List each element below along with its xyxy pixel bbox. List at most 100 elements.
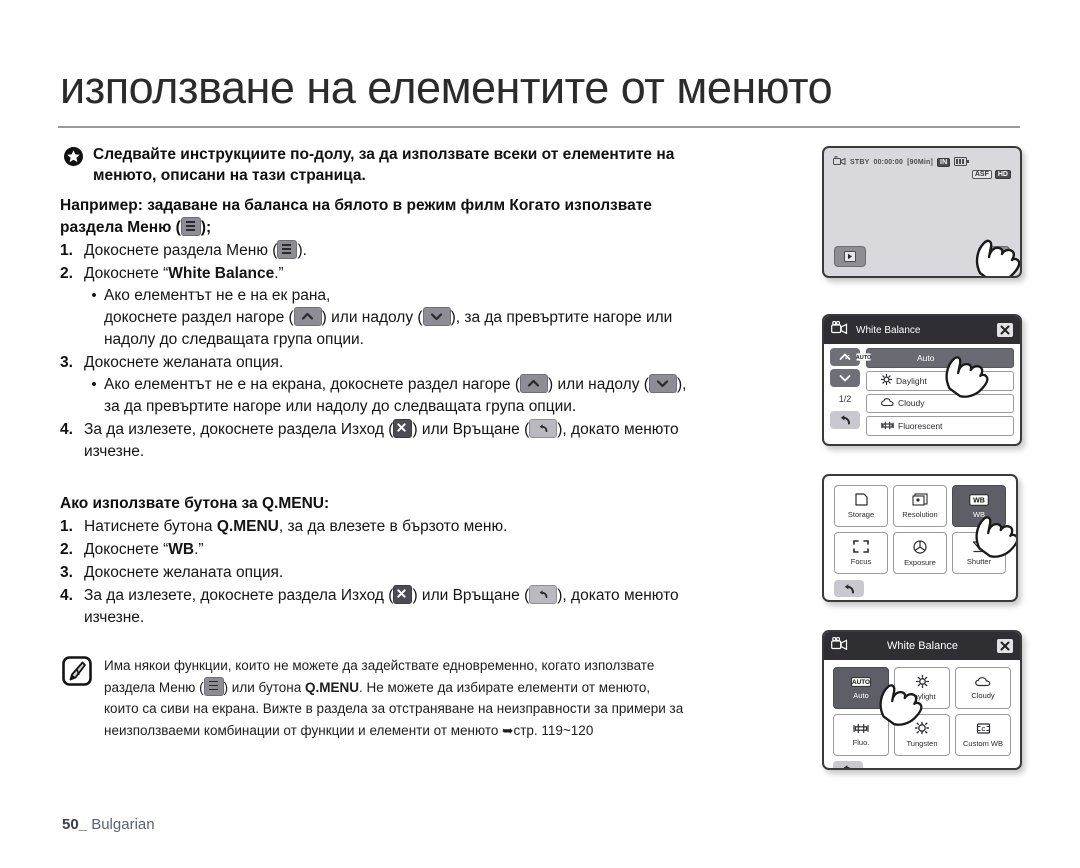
screen-body: AUTO Auto Daylight Cloudy Fluo. Tungsten… [824, 660, 1020, 768]
exit-icon [393, 585, 413, 604]
wb-option-cloudy[interactable]: Cloudy [866, 393, 1014, 414]
wb-item-custom-wb[interactable]: C Custom WB [955, 714, 1011, 756]
camcorder-icon [833, 155, 846, 168]
qmenu-item-exposure[interactable]: Exposure [893, 532, 947, 574]
return-icon[interactable] [833, 761, 863, 768]
cloud-icon [881, 398, 894, 409]
white-balance-grid-screen: White Balance AUTO Auto Daylight Cloudy [822, 630, 1022, 770]
step-text: Докоснете желаната опция. [84, 564, 284, 581]
qmenu-item-storage[interactable]: Storage [834, 485, 888, 527]
battery-icon [954, 156, 970, 168]
auto-icon: AUTO [851, 676, 871, 689]
menu-tab-icon[interactable] [978, 246, 1010, 267]
fluorescent-icon [881, 421, 894, 432]
play-tab-icon[interactable] [834, 246, 866, 267]
qmenu-step-4: 4. За да излезете, докоснете раздела Изх… [60, 585, 820, 629]
qmenu-item-focus[interactable]: Focus [834, 532, 888, 574]
qmenu-step-1: 1. Натиснете бутона Q.MENU, за да влезет… [60, 516, 820, 538]
sun-icon [880, 373, 893, 387]
screen-title: White Balance [887, 640, 958, 652]
option-label: Fluorescent [898, 421, 943, 432]
note-text: Има някои функции, които не можете да за… [104, 658, 684, 738]
wb-item-daylight[interactable]: Daylight [894, 667, 950, 709]
wb-item-cloudy[interactable]: Cloudy [955, 667, 1011, 709]
chevron-up-icon [293, 307, 322, 326]
menu-bullet-2: • Ако елементът не е на екрана, докоснет… [60, 374, 820, 418]
wb-icon: WB [969, 493, 989, 508]
example-line-2: раздела Меню (); [60, 217, 212, 236]
screen-body: 1/2 ✓ AUTO Auto Daylight Cloudy Fluoresc… [824, 344, 1020, 440]
wb-option-daylight[interactable]: Daylight [866, 370, 1014, 391]
option-label: Daylight [896, 375, 927, 386]
anti-shake-tag: ASF [971, 170, 992, 179]
option-list: ✓ AUTO Auto Daylight Cloudy Fluorescent [844, 348, 1014, 436]
menu-tab-icon [203, 676, 224, 696]
quick-menu-grid: Storage Resolution WB WB Focus Exposure … [834, 485, 1006, 574]
resolution-icon [912, 493, 928, 508]
device-screen-illustrations: STBY 00:00:00 [90Min] IN ASF HD White Ba… [822, 146, 1022, 770]
remaining-time: [90Min] [907, 158, 934, 166]
return-icon [529, 585, 558, 604]
wb-item-fluo[interactable]: Fluo. [833, 714, 889, 756]
item-label: Storage [847, 510, 875, 519]
svg-text:WB: WB [973, 497, 985, 504]
step-number: 2. [60, 541, 73, 558]
note-pen-icon [62, 656, 92, 686]
white-balance-label: White Balance [168, 265, 275, 282]
qmenu-item-wb[interactable]: WB WB [952, 485, 1006, 527]
screen-header: White Balance [824, 316, 1020, 344]
qmenu-item-resolution[interactable]: Resolution [893, 485, 947, 527]
return-icon[interactable] [830, 411, 860, 429]
step-number: 3. [60, 354, 73, 371]
check-icon: ✓ [844, 353, 851, 363]
qmenu-label: Q.MENU [304, 679, 359, 695]
step-text: Докоснете “White Balance.” [84, 265, 284, 282]
close-icon[interactable] [997, 639, 1013, 653]
qmenu-item-shutter[interactable]: Shutter [952, 532, 1006, 574]
menu-step-2: 2. Докоснете “White Balance.” [60, 263, 820, 285]
shutter-icon [972, 540, 987, 555]
wb-item-tungsten[interactable]: Tungsten [894, 714, 950, 756]
svg-text:C: C [981, 727, 985, 733]
bullet-marker: • [91, 376, 97, 393]
sun-icon [915, 674, 929, 690]
chevron-down-icon[interactable] [830, 369, 860, 387]
menu-steps-list: 1. Докоснете раздела Меню (). 2. Докосне… [60, 240, 820, 463]
cloud-icon [975, 676, 991, 689]
white-balance-grid: AUTO Auto Daylight Cloudy Fluo. Tungsten… [833, 667, 1011, 756]
qmenu-step-2: 2. Докоснете “WB.” [60, 539, 820, 561]
step-number: 4. [60, 587, 73, 604]
menu-bullet-1: • Ако елементът не е на ек рана, докосне… [60, 285, 820, 351]
menu-step-1: 1. Докоснете раздела Меню (). [60, 240, 820, 262]
title-divider [58, 126, 1020, 128]
page-footer: 50_ Bulgarian [62, 816, 155, 833]
item-label: Daylight [908, 692, 936, 701]
page-number: 50_ [62, 816, 88, 833]
wb-option-auto[interactable]: ✓ AUTO Auto [844, 348, 1014, 368]
osd-secondary-bar: ASF HD [971, 170, 1011, 179]
item-label: Exposure [904, 557, 936, 567]
step-number: 3. [60, 564, 73, 581]
step-number: 1. [60, 518, 73, 535]
item-label: WB [972, 509, 986, 519]
page-reference: стр. 119~120 [513, 722, 594, 738]
camcorder-icon [831, 636, 848, 655]
step-text: Докоснете “WB.” [84, 541, 204, 558]
bullet-text: Ако елементът не е на ек рана, докоснете… [104, 287, 673, 348]
return-icon[interactable] [834, 580, 864, 597]
menu-tab-icon [277, 240, 298, 259]
focus-brackets-icon [853, 540, 869, 555]
item-label: Resolution [902, 510, 938, 519]
record-status: STBY [850, 158, 870, 166]
chevron-down-icon [648, 374, 677, 393]
qmenu-heading: Ако използвате бутона за Q.MENU: [60, 495, 330, 512]
language-label: Bulgarian [91, 816, 155, 833]
step-text: Докоснете желаната опция. [84, 354, 284, 371]
wb-item-auto[interactable]: AUTO Auto [833, 667, 889, 709]
option-label: Auto [917, 352, 935, 363]
qmenu-label: Q.MENU [216, 518, 279, 535]
return-icon [529, 419, 558, 438]
close-icon[interactable] [997, 323, 1013, 337]
step-text: За да излезете, докоснете раздела Изход … [84, 585, 679, 626]
wb-option-fluorescent[interactable]: Fluorescent [866, 416, 1014, 436]
